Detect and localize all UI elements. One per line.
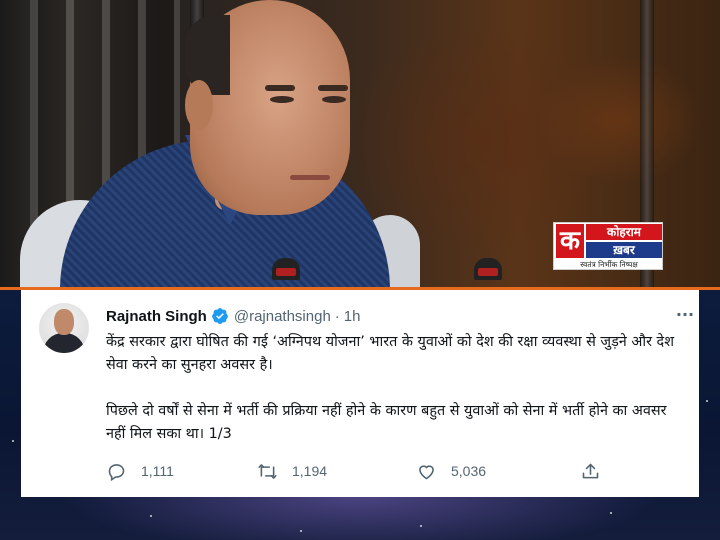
- person-brow: [265, 85, 295, 91]
- star-dot: [300, 530, 302, 532]
- avatar-body: [43, 333, 85, 353]
- tweet-header: Rajnath Singh @rajnathsingh · 1h: [106, 306, 360, 326]
- avatar[interactable]: [39, 303, 89, 353]
- star-dot: [420, 525, 422, 527]
- tweet-paragraph-1: केंद्र सरकार द्वारा घोषित की गई ‘अग्निपथ…: [106, 334, 674, 373]
- logo-line2: ख़बर: [586, 242, 662, 258]
- logo-line1: कोहराम: [586, 224, 662, 240]
- tweet-paragraph-2: पिछले दो वर्षों से सेना में भर्ती की प्र…: [106, 403, 667, 442]
- background-glow: [60, 495, 660, 540]
- logo-tagline: स्वतंत्र निर्भीक निष्पक्ष: [580, 260, 638, 269]
- person-eye: [270, 96, 294, 103]
- reply-icon: [108, 463, 125, 481]
- person-mouth: [290, 175, 330, 180]
- verified-badge-icon: [211, 308, 228, 324]
- retweet-icon: [258, 463, 277, 479]
- more-icon[interactable]: ···: [675, 306, 695, 324]
- tweet-card[interactable]: Rajnath Singh @rajnathsingh · 1h ··· कें…: [21, 290, 699, 497]
- retweet-count: 1,194: [292, 463, 328, 479]
- author-handle[interactable]: @rajnathsingh: [234, 308, 331, 325]
- channel-logo: क कोहराम ख़बर स्वतंत्र निर्भीक निष्पक्ष: [553, 222, 663, 270]
- person-brow: [318, 85, 348, 91]
- separator: ·: [334, 307, 340, 325]
- share-button[interactable]: [580, 460, 601, 482]
- avatar-face: [54, 309, 74, 335]
- tweet-time[interactable]: 1h: [344, 308, 361, 325]
- star-dot: [706, 400, 708, 402]
- share-icon: [582, 463, 599, 478]
- microphone-icon: [474, 258, 502, 280]
- star-dot: [150, 515, 152, 517]
- person-ear: [185, 80, 213, 130]
- like-icon: [419, 464, 434, 479]
- reply-button[interactable]: 1,111: [106, 460, 174, 482]
- tweet-actions: 1,111 1,194 5,036: [106, 460, 606, 482]
- microphone-icon: [272, 258, 300, 280]
- person-eye: [322, 96, 346, 103]
- tweet-text: केंद्र सरकार द्वारा घोषित की गई ‘अग्निपथ…: [106, 331, 686, 446]
- like-count: 5,036: [451, 463, 487, 479]
- logo-letter: क: [556, 224, 584, 258]
- author-name[interactable]: Rajnath Singh: [106, 308, 207, 325]
- star-dot: [610, 512, 612, 514]
- star-dot: [12, 440, 14, 442]
- retweet-button[interactable]: 1,194: [257, 460, 327, 482]
- reply-count: 1,111: [141, 463, 174, 479]
- like-button[interactable]: 5,036: [416, 460, 486, 482]
